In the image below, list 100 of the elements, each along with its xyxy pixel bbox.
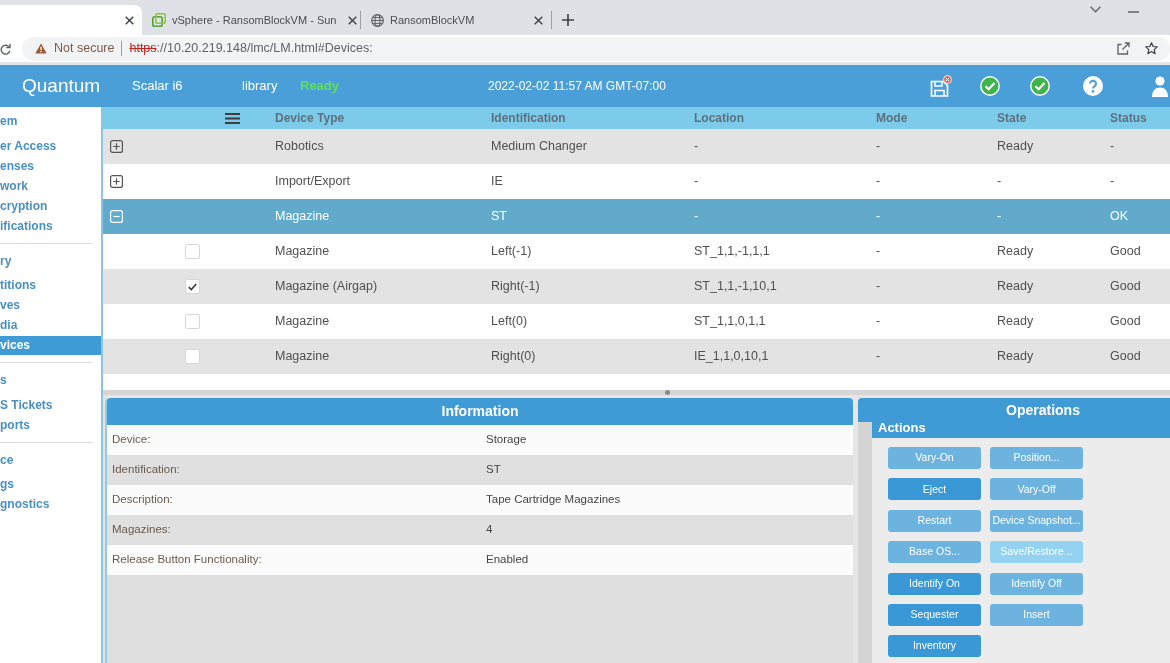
sidebar-item[interactable]: gs: [0, 476, 14, 492]
close-icon[interactable]: [534, 15, 543, 25]
sidebar-item[interactable]: dia: [0, 317, 18, 333]
brand-name: Quantum: [22, 73, 101, 98]
checkbox[interactable]: [185, 279, 200, 294]
browser-tab[interactable]: vSphere - RansomBlockVM - Sun: [142, 5, 360, 35]
plus-square-icon[interactable]: [110, 140, 123, 153]
share-icon[interactable]: [1117, 42, 1130, 55]
column-header[interactable]: Device Type: [275, 109, 345, 127]
table-cell-text: Ready: [997, 138, 1034, 156]
plus-icon[interactable]: [562, 13, 574, 26]
menu-icon[interactable]: [225, 112, 240, 124]
column-header[interactable]: Identification: [491, 109, 566, 127]
date-time: 2022-02-02 11:57 AM GMT-07:00: [488, 78, 666, 95]
sidebar-item[interactable]: gnostics: [0, 496, 50, 512]
table-cell-text: OK: [1110, 208, 1129, 226]
library-label: library: [242, 77, 278, 96]
field-value: ST: [486, 462, 501, 478]
close-icon[interactable]: [348, 15, 358, 25]
table-cell-text: -: [694, 138, 699, 156]
table-cell-text: -: [876, 173, 881, 191]
chevron-down-icon[interactable]: [1090, 6, 1101, 13]
plus-square-icon[interactable]: [110, 175, 123, 188]
table-cell-text: Right(0): [491, 348, 536, 366]
table-cell-text: Good: [1110, 243, 1141, 261]
field-value: Tape Cartridge Magazines: [486, 492, 621, 508]
table-cell-text: Good: [1110, 348, 1141, 366]
sidebar-item[interactable]: ports: [0, 416, 30, 433]
field-value: 4: [486, 522, 493, 538]
browser-tab[interactable]: RansomBlockVM: [361, 5, 551, 35]
star-icon[interactable]: [1145, 42, 1158, 55]
sidebar-item[interactable]: cryption: [0, 197, 48, 214]
table-cell-text: -: [876, 208, 881, 226]
sidebar-item[interactable]: titions: [0, 277, 36, 293]
sidebar-item[interactable]: s: [0, 372, 7, 388]
table-cell-text: Ready: [997, 278, 1034, 296]
save-icon[interactable]: [930, 75, 952, 97]
field-label: Identification:: [112, 462, 180, 478]
handle-icon[interactable]: [665, 390, 670, 395]
user-icon[interactable]: [1152, 75, 1168, 97]
table-row[interactable]: Magazine ST - - - OK: [103, 199, 1170, 234]
action-button[interactable]: Eject: [888, 478, 981, 501]
table-cell-text: Good: [1110, 313, 1141, 331]
panel-title: Operations: [858, 398, 1170, 422]
checkbox[interactable]: [185, 244, 200, 259]
url-text: https://10.20.219.148/lmc/LM.html#Devices:: [129, 40, 373, 58]
sidebar-item[interactable]: S Tickets: [0, 396, 53, 413]
table-cell-text: -: [1110, 138, 1115, 156]
table-cell-text: ST_1,1,-1,10,1: [694, 278, 777, 296]
sidebar-item[interactable]: ifications: [0, 217, 53, 234]
table-row[interactable]: Magazine Right(0) IE_1,1,0,10,1 - Ready Good: [103, 339, 1170, 374]
sidebar-item[interactable]: em: [0, 113, 18, 129]
table-cell-text: -: [876, 243, 881, 261]
table-cell-text: -: [876, 313, 881, 331]
sidebar-item[interactable]: ves: [0, 297, 21, 313]
column-header[interactable]: Status: [1110, 109, 1147, 127]
table-cell-text: -: [997, 208, 1002, 226]
table-row[interactable]: Robotics Medium Changer - - Ready -: [103, 129, 1170, 164]
column-header[interactable]: Mode: [876, 109, 908, 127]
checkbox[interactable]: [185, 314, 200, 329]
check-circle-icon[interactable]: [1030, 76, 1050, 96]
column-header[interactable]: Location: [694, 109, 744, 127]
action-button[interactable]: Inventory: [888, 635, 981, 658]
warning-icon[interactable]: [35, 43, 47, 54]
sidebar-item[interactable]: enses: [0, 157, 35, 174]
check-icon: [188, 282, 197, 291]
minimize-icon[interactable]: [1128, 10, 1139, 13]
table-cell-text: -: [876, 348, 881, 366]
table-cell-text: -: [694, 173, 699, 191]
help-icon[interactable]: [1083, 76, 1103, 96]
field-label: Description:: [112, 492, 173, 508]
panel-title: Information: [107, 398, 853, 425]
close-icon[interactable]: [125, 15, 134, 25]
check-circle-icon[interactable]: [980, 76, 1000, 96]
sidebar-item[interactable]: work: [0, 177, 28, 194]
scroll-track[interactable]: [858, 422, 872, 663]
column-header[interactable]: State: [997, 109, 1027, 127]
table-cell-text: -: [694, 208, 699, 226]
security-label[interactable]: Not secure: [54, 39, 115, 58]
table-cell-text: Magazine: [275, 313, 330, 331]
checkbox[interactable]: [185, 349, 200, 364]
sidebar-item[interactable]: ry: [0, 252, 12, 269]
table-cell-text: Left(0): [491, 313, 528, 331]
sidebar-item[interactable]: ce: [0, 451, 14, 468]
sidebar-item[interactable]: er Access: [0, 137, 57, 154]
table-cell-text: Good: [1110, 278, 1141, 296]
table-cell-text: -: [876, 138, 881, 156]
field-label: Release Button Functionality:: [112, 552, 262, 568]
table-cell-text: -: [876, 278, 881, 296]
address-bar[interactable]: Not secure https://10.20.219.148/lmc/LM.html#Devices:: [22, 36, 1170, 61]
action-button[interactable]: Identify On: [888, 572, 981, 595]
minus-square-icon[interactable]: [110, 210, 123, 223]
action-button[interactable]: Sequester: [888, 603, 981, 626]
sidebar-item[interactable]: vices: [0, 335, 101, 355]
table-cell-text: Ready: [997, 313, 1034, 331]
field-label: Device:: [112, 432, 151, 448]
table-cell-text: Ready: [997, 243, 1034, 261]
section-header: Actions: [872, 422, 1170, 438]
table-row[interactable]: Magazine (Airgap) Right(-1) ST_1,1,-1,10,1 - Ready Good: [103, 269, 1170, 304]
reload-icon[interactable]: [0, 42, 11, 55]
